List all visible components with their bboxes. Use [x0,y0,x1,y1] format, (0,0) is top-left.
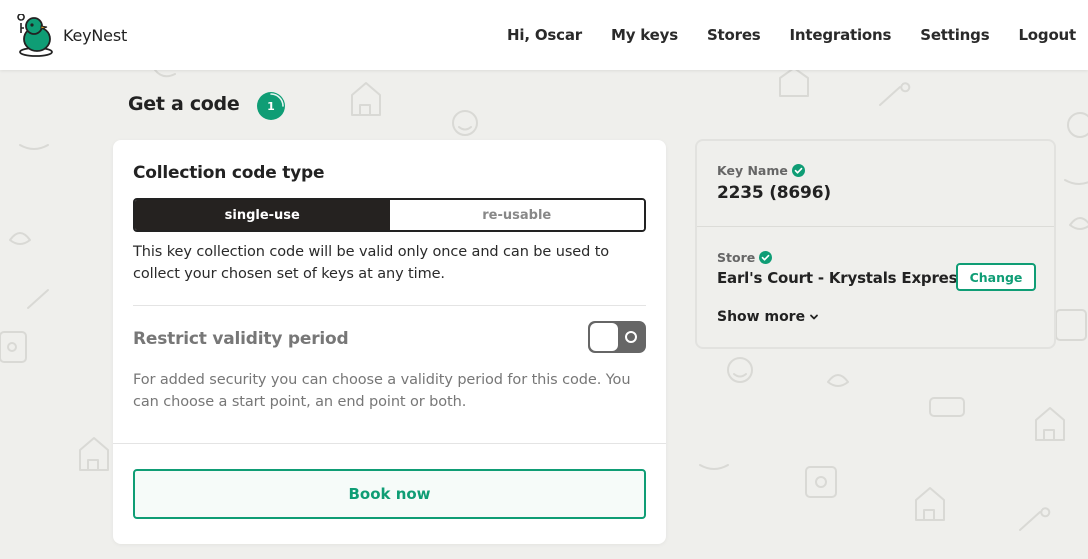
store-label-text: Store [717,250,756,265]
verified-check-icon [759,251,773,264]
restrict-validity-description: For added security you can choose a vali… [133,372,631,410]
key-name-value: 2235 (8696) [717,183,831,203]
key-summary-card: Key Name 2235 (8696) Store Earl's Court … [695,139,1056,349]
collection-code-card: Collection code type single-use re-usabl… [113,140,666,544]
nav-item-my-keys[interactable]: My keys [611,26,678,44]
brand-name: KeyNest [63,26,128,45]
show-more-label: Show more [717,309,806,325]
divider [113,443,666,444]
show-more-toggle[interactable]: Show more [717,309,819,325]
toggle-knob [590,323,618,351]
code-type-selector: single-use re-usable [133,198,646,232]
key-name-label-text: Key Name [717,163,788,178]
step-badge: 1 [257,92,285,120]
nav-greeting[interactable]: Hi, Oscar [507,26,582,44]
verified-check-icon [791,164,805,177]
nav-item-logout[interactable]: Logout [1018,26,1076,44]
page-title: Get a code [128,93,240,115]
divider [697,226,1054,227]
step-progress-ring-icon [270,93,284,107]
book-now-button[interactable]: Book now [133,469,646,519]
toggle-off-icon [625,331,637,343]
main-nav: Hi, Oscar My keys Stores Integrations Se… [507,0,1076,70]
code-type-description: This key collection code will be valid o… [133,244,610,282]
option-single-use[interactable]: single-use [135,200,390,230]
restrict-validity-title: Restrict validity period [133,329,349,349]
option-re-usable[interactable]: re-usable [389,200,644,230]
store-value: Earl's Court - Krystals Express [717,269,967,287]
chevron-down-icon [810,314,818,320]
store-label: Store [717,250,773,265]
nav-item-stores[interactable]: Stores [707,26,761,44]
nav-item-settings[interactable]: Settings [920,26,989,44]
collection-code-type-title: Collection code type [133,163,325,183]
top-header: KeyNest Hi, Oscar My keys Stores Integra… [0,0,1088,70]
change-store-button[interactable]: Change [956,263,1036,291]
restrict-validity-toggle[interactable] [588,321,646,353]
key-name-label: Key Name [717,163,805,178]
nav-item-integrations[interactable]: Integrations [790,26,892,44]
keynest-bird-logo-icon[interactable] [14,14,58,58]
divider [133,305,646,306]
